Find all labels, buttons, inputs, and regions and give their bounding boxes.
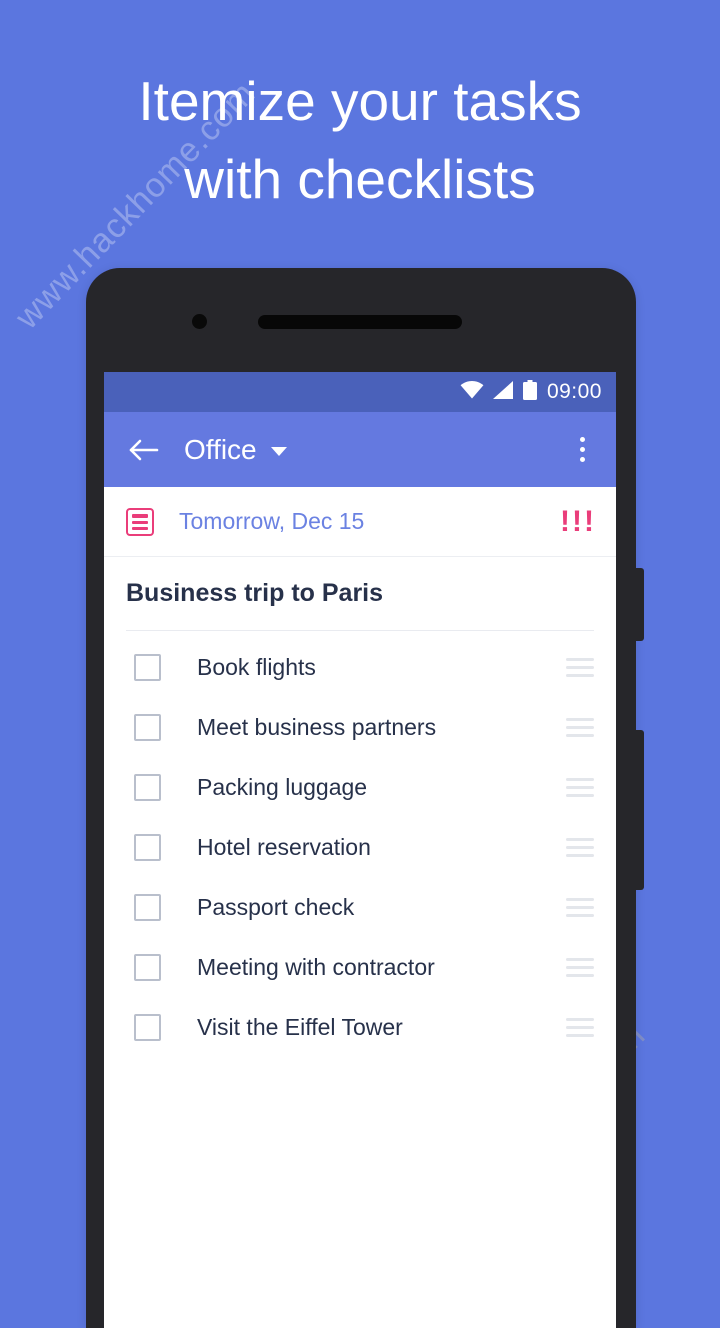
list-item[interactable]: Book flights xyxy=(104,637,616,697)
phone-screen: 09:00 Office Tomorrow, Dec 15 !!! Busine… xyxy=(104,372,616,1328)
checklist-icon-line xyxy=(132,526,148,530)
list-item[interactable]: Meet business partners xyxy=(104,697,616,757)
due-date-row[interactable]: Tomorrow, Dec 15 !!! xyxy=(104,487,616,557)
list-item[interactable]: Meeting with contractor xyxy=(104,937,616,997)
headline-line-2: with checklists xyxy=(184,148,536,210)
drag-handle-icon[interactable] xyxy=(566,957,594,977)
drag-handle-icon[interactable] xyxy=(566,717,594,737)
volume-button[interactable] xyxy=(634,730,644,890)
app-bar: Office xyxy=(104,412,616,487)
checklist-icon xyxy=(126,507,154,536)
checkbox[interactable] xyxy=(134,773,161,801)
status-bar: 09:00 xyxy=(104,372,616,412)
power-button[interactable] xyxy=(634,568,644,641)
checklist-icon-line xyxy=(132,513,148,518)
checkbox[interactable] xyxy=(134,893,161,921)
list-item-label: Visit the Eiffel Tower xyxy=(197,1013,403,1040)
drag-handle-icon[interactable] xyxy=(566,1017,594,1037)
checkbox[interactable] xyxy=(134,1013,161,1041)
checklist: Book flights Meet business partners Pack… xyxy=(104,631,616,1057)
earpiece-speaker xyxy=(258,315,462,329)
list-item-label: Passport check xyxy=(197,893,355,920)
promo-headline: Itemize your tasks with checklists xyxy=(0,62,720,218)
kebab-dot xyxy=(579,457,585,462)
checkbox[interactable] xyxy=(134,833,161,861)
priority-badge: !!! xyxy=(560,504,596,538)
due-date-label: Tomorrow, Dec 15 xyxy=(179,508,365,534)
checkbox[interactable] xyxy=(134,953,161,981)
list-item-label: Book flights xyxy=(197,653,316,680)
status-time: 09:00 xyxy=(546,380,602,403)
front-camera-icon xyxy=(192,314,207,329)
phone-mockup: 09:00 Office Tomorrow, Dec 15 !!! Busine… xyxy=(86,268,644,1328)
signal-icon xyxy=(492,380,514,404)
battery-icon xyxy=(522,379,537,405)
drag-handle-icon[interactable] xyxy=(566,657,594,677)
back-arrow-icon[interactable] xyxy=(126,432,162,468)
list-item-label: Packing luggage xyxy=(197,773,368,800)
chevron-down-icon[interactable] xyxy=(270,447,287,456)
checklist-icon-line xyxy=(132,520,148,524)
overflow-menu-icon[interactable] xyxy=(564,432,600,468)
list-item[interactable]: Hotel reservation xyxy=(104,817,616,877)
status-icons xyxy=(460,379,537,405)
task-title: Business trip to Paris xyxy=(126,579,384,607)
list-item[interactable]: Passport check xyxy=(104,877,616,937)
app-bar-title[interactable]: Office xyxy=(184,434,257,466)
kebab-dot xyxy=(579,437,585,442)
list-item-label: Meet business partners xyxy=(197,713,437,740)
checkbox[interactable] xyxy=(134,653,161,681)
list-item-label: Hotel reservation xyxy=(197,833,371,860)
kebab-dot xyxy=(579,447,585,452)
headline-line-1: Itemize your tasks xyxy=(138,70,582,132)
list-item-label: Meeting with contractor xyxy=(197,953,435,980)
list-item[interactable]: Visit the Eiffel Tower xyxy=(104,997,616,1057)
checkbox[interactable] xyxy=(134,713,161,741)
drag-handle-icon[interactable] xyxy=(566,837,594,857)
list-item[interactable]: Packing luggage xyxy=(104,757,616,817)
drag-handle-icon[interactable] xyxy=(566,777,594,797)
drag-handle-icon[interactable] xyxy=(566,897,594,917)
task-title-row[interactable]: Business trip to Paris xyxy=(104,557,616,630)
wifi-icon xyxy=(460,380,484,404)
